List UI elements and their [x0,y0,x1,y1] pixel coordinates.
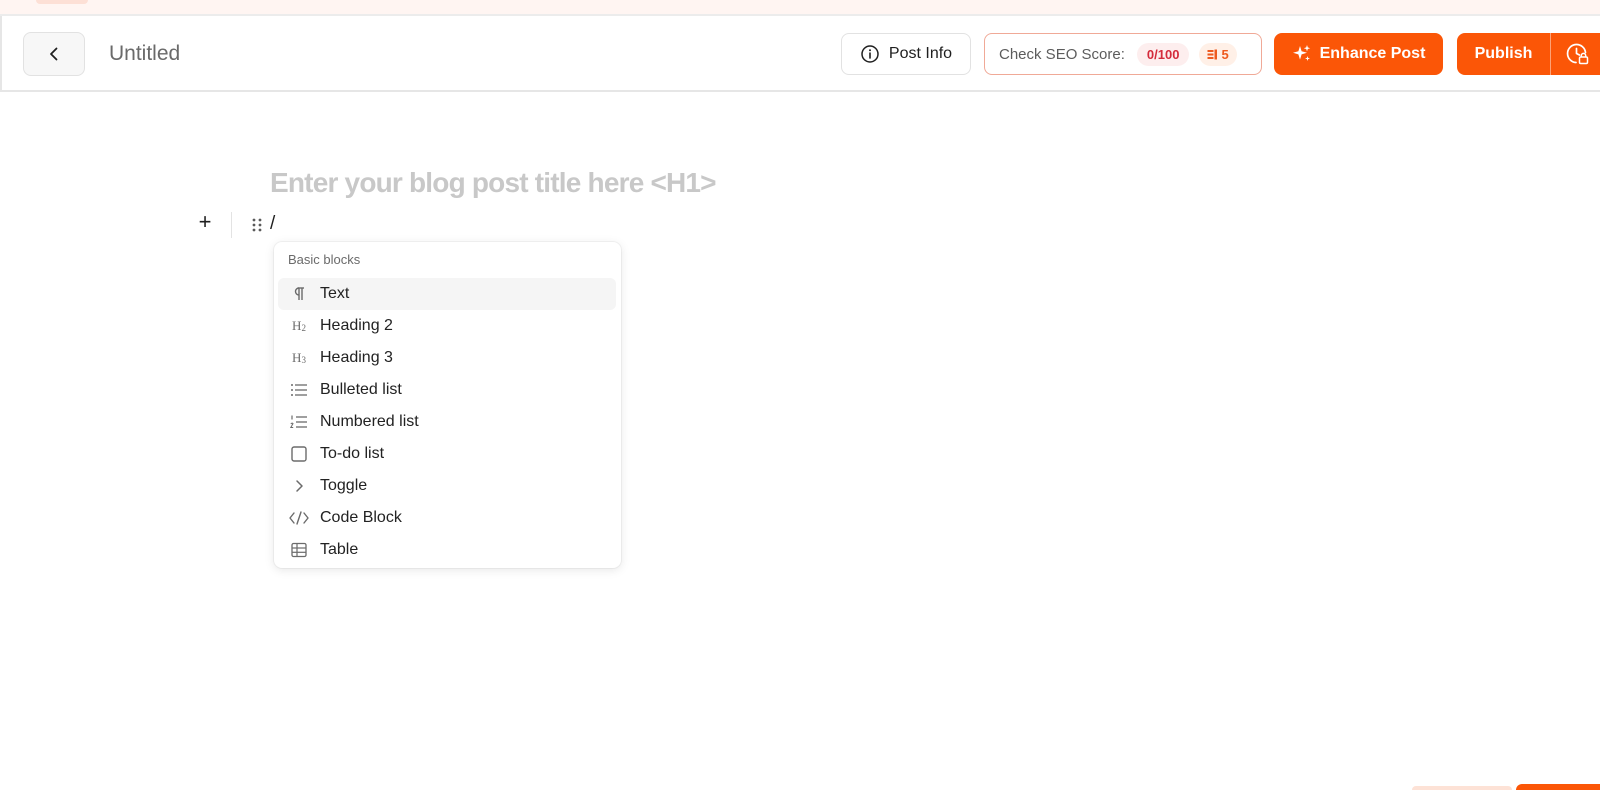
info-icon [861,45,879,63]
menu-item-heading-3[interactable]: H3 Heading 3 [278,342,616,374]
top-strip [0,0,1600,16]
menu-item-label: Text [320,285,350,302]
add-block-button[interactable]: + [196,211,214,233]
menu-item-bulleted-list[interactable]: Bulleted list [278,374,616,406]
menu-section-title: Basic blocks [288,252,361,267]
menu-item-numbered-list[interactable]: Numbered list [278,406,616,438]
menu-item-label: Heading 2 [320,317,393,334]
menu-item-label: Toggle [320,477,368,494]
current-block-text[interactable]: / [270,213,275,235]
heading-3-icon: H3 [292,350,306,365]
post-info-button[interactable]: Post Info [841,33,971,75]
menu-item-text[interactable]: Text [278,278,616,310]
code-icon [288,508,310,528]
chevron-right-icon [288,476,310,496]
seo-issues-badge: 5 [1199,42,1237,66]
menu-item-code-block[interactable]: Code Block [278,502,616,534]
numbered-list-icon [288,412,310,432]
chevron-left-icon [50,47,58,61]
seo-label: Check SEO Score: [999,45,1125,63]
enhance-post-label: Enhance Post [1319,45,1426,62]
schedule-clock-icon [1566,43,1588,65]
publish-button[interactable]: Publish [1457,33,1551,75]
menu-item-label: To-do list [320,445,385,462]
table-icon [288,540,310,560]
post-info-label: Post Info [888,45,953,62]
sparkles-icon [1292,45,1310,61]
menu-item-toggle[interactable]: Toggle [278,470,616,502]
seo-score-badge: 0/100 [1136,42,1190,66]
drag-handle-icon[interactable] [251,217,263,233]
back-button[interactable] [23,32,85,76]
enhance-post-button[interactable]: Enhance Post [1274,33,1443,75]
document-title[interactable]: Untitled [109,42,180,66]
menu-item-label: Code Block [320,509,402,526]
corner-accent [1412,784,1600,790]
schedule-button[interactable] [1551,33,1600,75]
corner-accent-bar [1516,784,1600,790]
menu-item-label: Numbered list [320,413,419,430]
checkbox-icon [288,444,310,464]
block-type-menu: Basic blocks Text H2 Heading 2 H3 Headin… [274,242,621,568]
menu-item-table[interactable]: Table [278,534,616,566]
menu-item-label: Bulleted list [320,381,402,398]
corner-accent-light [1412,786,1512,790]
publish-button-group: Publish [1457,33,1600,75]
seo-score-button[interactable]: Check SEO Score: 0/100 5 [984,33,1262,75]
stack-icon [1207,49,1218,59]
menu-item-to-do-list[interactable]: To-do list [278,438,616,470]
heading-2-icon: H2 [292,318,306,333]
top-strip-mark [36,0,88,4]
post-title-input[interactable] [270,163,970,203]
paragraph-icon [288,284,310,304]
menu-item-label: Heading 3 [320,349,393,366]
seo-issues-count: 5 [1221,46,1229,62]
block-divider [231,212,232,238]
menu-item-label: Table [320,541,359,558]
menu-item-heading-2[interactable]: H2 Heading 2 [278,310,616,342]
bulleted-list-icon [288,380,310,400]
editor-header: Untitled Post Info Check SEO Score: 0/10… [0,16,1600,92]
